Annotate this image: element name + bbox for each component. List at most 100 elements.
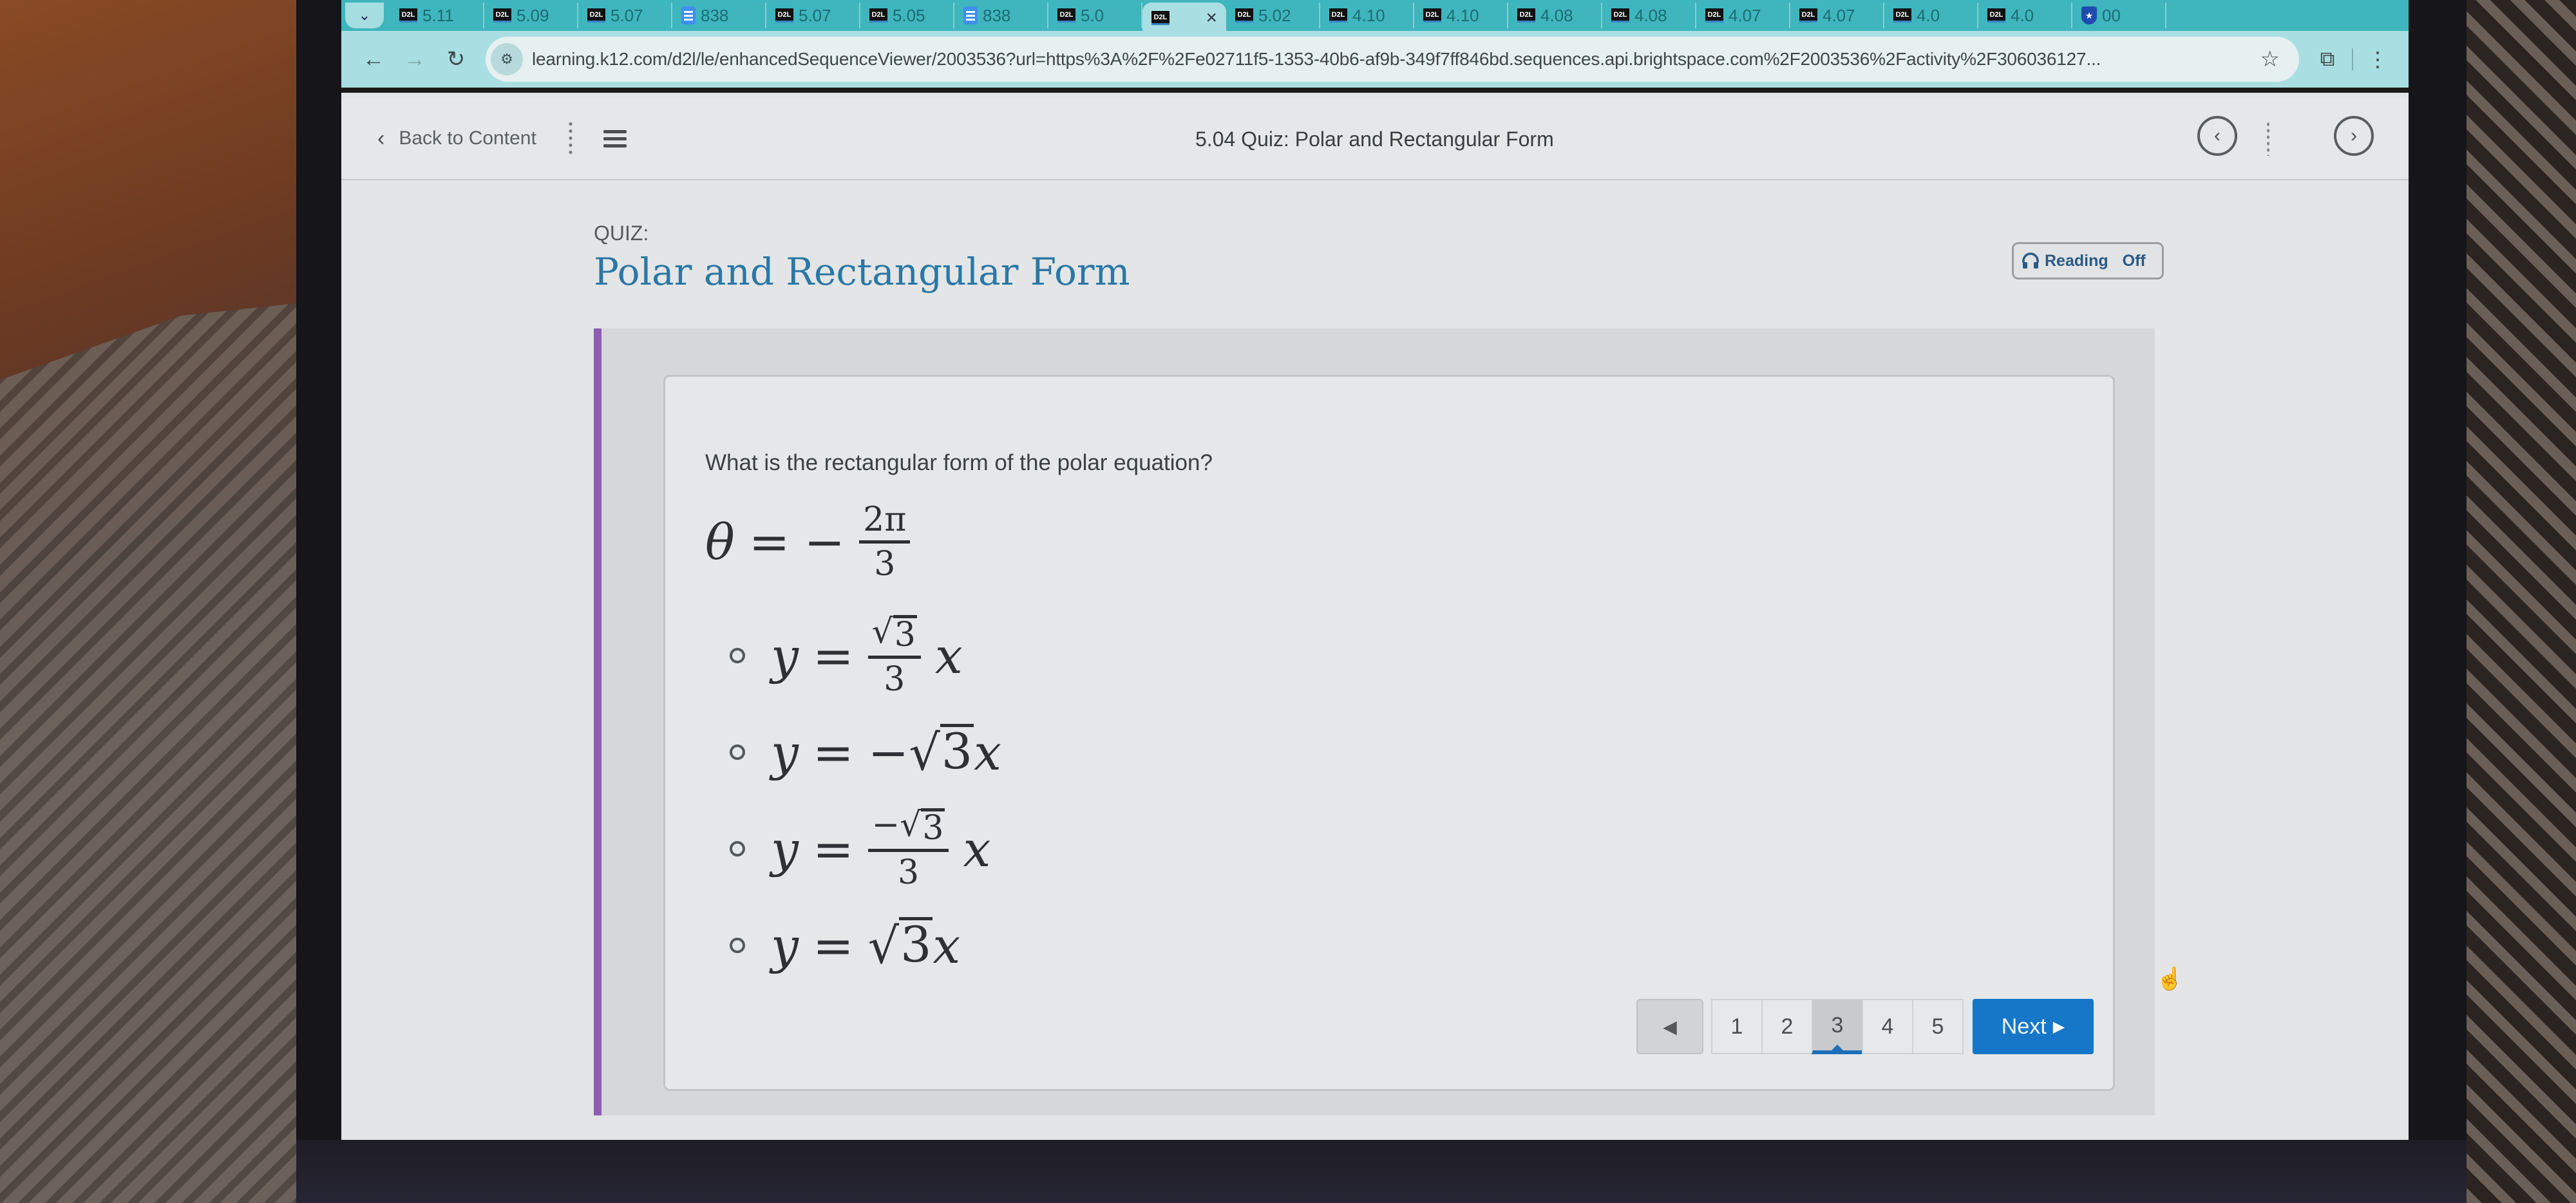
url-text[interactable]: learning.k12.com/d2l/le/enhancedSequence… [532,49,2248,70]
d2l-favicon-icon: D2L [1611,8,1629,23]
tab-label: 4.07 [1728,5,1761,25]
extensions-icon[interactable]: ⧉ [2308,47,2347,71]
previous-question-button[interactable]: ◀ [1636,999,1703,1054]
shield-favicon-icon: ★ [2081,6,2097,24]
previous-activity-button[interactable]: ‹ [2197,116,2237,156]
browser-tab[interactable]: D2L 4.10 [1414,3,1508,28]
browser-tab[interactable]: 838 [954,3,1048,28]
equals-sign: = [812,916,854,974]
tab-label: 00 [2102,5,2121,25]
minus-sign: − [804,513,846,571]
hand-cursor-icon: ☝ [2156,967,2184,991]
background-pillow [0,303,303,1203]
tab-label: 838 [701,5,729,25]
browser-tab[interactable]: D2L 4.07 [1790,3,1884,28]
denominator: 3 [874,545,896,583]
radical-icon: √ [909,723,940,781]
radicand: 3 [893,615,917,654]
forward-button[interactable]: → [394,47,435,72]
browser-tab[interactable]: D2L 5.05 [860,3,954,28]
browser-tab[interactable]: D2L 5.07 [578,3,672,28]
d2l-favicon-icon: D2L [1423,8,1441,23]
d2l-favicon-icon: D2L [775,8,793,23]
radio-button[interactable] [730,648,745,663]
variable-y: y [771,916,799,974]
page-numbers: 12345 [1711,999,1964,1054]
tab-list: D2L 5.11 D2L 5.09 D2L 5.07 838 D2L 5.07 D2L 5.05 83… [390,0,2166,33]
browser-tab[interactable]: D2L 4.08 [1602,3,1696,28]
d2l-favicon-icon: D2L [1151,11,1170,25]
quiz-label: QUIZ: [594,222,649,245]
address-toolbar: ← → ↻ ⚙ learning.k12.com/d2l/le/enhanced… [341,31,2409,93]
d2l-favicon-icon: D2L [1799,8,1817,23]
polar-equation: θ = − 2π 3 [705,503,911,583]
back-to-content-label: Back to Content [399,128,536,149]
radical-icon: √ [867,916,900,974]
address-bar[interactable]: ⚙ learning.k12.com/d2l/le/enhancedSequen… [486,37,2299,82]
bookmark-star-icon[interactable]: ☆ [2260,46,2280,72]
minus-sign: − [867,723,909,781]
back-to-content-link[interactable]: ‹ Back to Content [377,126,536,151]
tab-label: 5.11 [422,5,454,25]
background-photo-left [0,0,303,1203]
answer-option[interactable]: y = − √ 3 x [730,704,1001,800]
reading-label: Reading [2045,251,2108,270]
radio-button[interactable] [730,744,745,760]
tab-label: 5.0 [1081,5,1104,25]
browser-tab[interactable]: D2L 4.10 [1320,3,1414,28]
d2l-favicon-icon: D2L [1987,8,2005,23]
caret-right-icon: ▶ [2052,1018,2065,1036]
answer-option[interactable]: y = − √ 3 3 x [730,800,1001,897]
browser-tab[interactable]: D2L 5.11 [390,3,484,28]
header-nav-divider [2267,121,2269,156]
page-number-button[interactable]: 1 [1711,999,1763,1054]
toolbar-divider [2352,48,2353,70]
next-label: Next [2001,1014,2047,1039]
option-equation: y = √ 3 x [771,916,960,974]
browser-tab[interactable]: D2L 5.0 [1048,3,1142,28]
answer-option[interactable]: y = √ 3 3 x [730,607,1001,704]
reading-toggle[interactable]: Reading Off [2012,242,2164,279]
reload-button[interactable]: ↻ [435,46,477,72]
page-number-button[interactable]: 5 [1912,999,1964,1054]
browser-tab[interactable]: D2L 4.08 [1508,3,1602,28]
tab-label: 4.08 [1540,5,1573,25]
back-button[interactable]: ← [353,47,394,72]
radicand: 3 [940,722,974,780]
square-root: √ 3 [872,615,917,652]
denominator: 3 [884,660,905,699]
tab-label: 4.0 [1917,5,1940,25]
browser-tab[interactable]: D2L 4.07 [1696,3,1790,28]
browser-tab[interactable]: D2L 4.0 [1978,3,2072,28]
variable-y: y [771,820,799,878]
caret-left-icon: ◀ [1663,1016,1677,1037]
next-activity-button[interactable]: › [2334,116,2374,156]
more-menu-icon[interactable]: ⋮ [2358,47,2397,71]
answer-option[interactable]: y = √ 3 x [730,897,1001,994]
radio-button[interactable] [730,938,745,953]
browser-tab[interactable]: D2L 5.07 [766,3,860,28]
page-number-current[interactable]: 3 [1812,999,1863,1054]
browser-tab[interactable]: D2L 5.02 [1226,3,1320,28]
radio-button[interactable] [730,841,745,857]
next-button[interactable]: Next ▶ [1973,999,2094,1054]
menu-icon[interactable] [603,129,627,147]
page-number-button[interactable]: 4 [1862,999,1913,1054]
docs-favicon-icon [963,6,978,24]
browser-tab[interactable]: ★ 00 [2072,3,2166,28]
close-tab-icon[interactable]: × [1206,7,1217,29]
site-info-button[interactable]: ⚙ [491,43,523,75]
option-equation: y = − √ 3 x [771,722,1001,781]
chevron-left-icon: ‹ [2214,125,2221,146]
option-equation: y = − √ 3 3 x [771,808,990,889]
page-number-button[interactable]: 2 [1761,999,1813,1054]
browser-tab[interactable]: D2L 5.09 [484,3,578,28]
tab-strip: ⌄ D2L 5.11 D2L 5.09 D2L 5.07 838 D2L 5.07 D2L 5.05… [341,0,2409,33]
tab-search-button[interactable]: ⌄ [345,3,384,28]
laptop-bezel-bottom [296,1140,2467,1203]
browser-tab[interactable]: D2L 4.0 [1884,3,1978,28]
tab-active[interactable]: D2L × [1142,3,1226,33]
browser-tab[interactable]: 838 [672,3,766,28]
docs-favicon-icon [681,6,696,24]
tab-label: 4.10 [1352,5,1385,25]
